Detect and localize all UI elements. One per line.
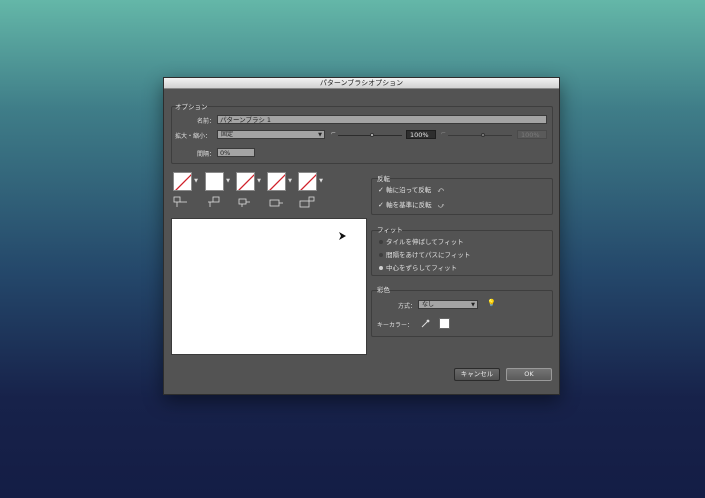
ok-button[interactable]: OK — [506, 368, 552, 381]
fit-add-space-radio[interactable]: 間隔をあけてパスにフィット — [379, 249, 470, 259]
side-tile-icon — [208, 196, 220, 207]
flip-along-icon: ⤺ — [437, 187, 444, 194]
method-label: 方式： — [398, 303, 417, 310]
lightbulb-icon[interactable]: 💡 — [487, 299, 496, 307]
key-color-swatch[interactable] — [439, 318, 450, 329]
fit-stretch-label: タイルを伸ばしてフィット — [386, 238, 464, 246]
spacing-label: 間隔： — [197, 151, 216, 158]
chevron-down-icon[interactable]: ▼ — [256, 172, 262, 191]
chevron-down-icon: ▼ — [318, 132, 322, 138]
scale-max-percent-field: 100% — [517, 130, 547, 139]
scale-slider-knob[interactable] — [370, 133, 374, 137]
chevron-down-icon[interactable]: ▼ — [225, 172, 231, 191]
arrow-cursor-icon — [339, 232, 346, 240]
chevron-down-icon[interactable]: ▼ — [287, 172, 293, 191]
flip-across-checkbox[interactable]: ✓ 軸を基準に反転 ⤻ — [378, 199, 444, 210]
scale-select[interactable]: 固定 ▼ — [217, 130, 325, 139]
flip-group-label: 反転 — [377, 175, 390, 183]
chevron-down-icon[interactable]: ▼ — [318, 172, 324, 191]
flip-along-label: 軸に沿って反転 — [386, 186, 432, 194]
slider-max-icon: ⌐ — [441, 130, 447, 137]
flip-across-label: 軸を基準に反転 — [386, 201, 432, 209]
start-tile-icon — [269, 199, 283, 207]
fit-stretch-radio[interactable]: タイルを伸ばしてフィット — [379, 236, 464, 246]
cancel-button[interactable]: キャンセル — [454, 368, 500, 381]
radio-dot — [379, 266, 383, 270]
flip-across-icon: ⤻ — [437, 202, 445, 209]
options-group-label: オプション — [175, 103, 208, 111]
fit-approximate-label: 中心をずらしてフィット — [386, 264, 458, 272]
end-tile-icon — [299, 196, 315, 208]
scale-percent-field[interactable]: 100% — [406, 130, 436, 139]
scale-max-slider-track[interactable] — [448, 135, 512, 136]
method-select[interactable]: なし ▼ — [418, 300, 478, 309]
slider-start-icon: ⌐ — [331, 130, 337, 137]
none-swatch-icon — [269, 174, 285, 190]
none-swatch-icon — [175, 174, 191, 190]
outer-corner-tile-swatch[interactable] — [205, 172, 224, 191]
none-swatch-icon — [300, 174, 316, 190]
pattern-brush-options-dialog: パターンブラシオプション オプション 名前： パターンブラシ 1 拡大・縮小： … — [163, 77, 560, 395]
chevron-down-icon: ▼ — [471, 302, 475, 308]
scale-select-value: 固定 — [221, 131, 234, 138]
outer-corner-tile-icon — [173, 196, 187, 207]
radio-dot — [379, 253, 383, 257]
eyedropper-icon[interactable] — [421, 319, 430, 328]
fit-approximate-radio[interactable]: 中心をずらしてフィット — [379, 262, 457, 272]
side-tile-swatch[interactable] — [173, 172, 192, 191]
end-tile-swatch[interactable] — [298, 172, 317, 191]
dialog-title: パターンブラシオプション — [164, 78, 559, 89]
name-input[interactable]: パターンブラシ 1 — [217, 115, 547, 124]
start-tile-swatch[interactable] — [267, 172, 286, 191]
fit-group-label: フィット — [377, 226, 403, 234]
key-color-label: キーカラー： — [377, 322, 414, 329]
chevron-down-icon[interactable]: ▼ — [193, 172, 199, 191]
colorization-group — [371, 290, 553, 337]
flip-along-checkbox[interactable]: ✓ 軸に沿って反転 ⤺ — [378, 184, 444, 195]
none-swatch-icon — [238, 174, 254, 190]
inner-corner-tile-icon — [238, 198, 250, 207]
scale-label: 拡大・縮小： — [175, 133, 212, 140]
colorization-group-label: 彩色 — [377, 286, 390, 294]
scale-max-slider-knob[interactable] — [481, 133, 485, 137]
pattern-preview — [171, 218, 367, 355]
radio-dot — [379, 240, 383, 244]
fit-add-space-label: 間隔をあけてパスにフィット — [386, 251, 471, 259]
method-select-value: なし — [422, 301, 435, 308]
spacing-input[interactable]: 0% — [217, 148, 255, 157]
inner-corner-tile-swatch[interactable] — [236, 172, 255, 191]
name-label: 名前： — [197, 118, 216, 125]
